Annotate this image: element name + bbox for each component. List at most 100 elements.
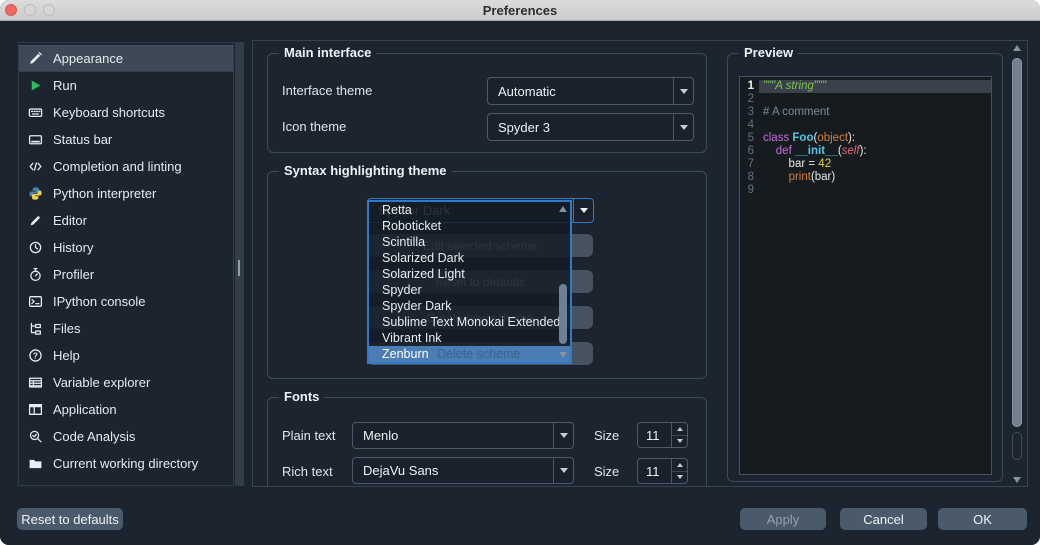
- interface-theme-select[interactable]: Automatic: [487, 77, 694, 105]
- sidebar-item-keyboard-shortcuts[interactable]: Keyboard shortcuts: [19, 99, 233, 126]
- chevron-down-icon[interactable]: [553, 423, 573, 448]
- sidebar-item-label: Appearance: [53, 51, 123, 66]
- sidebar-item-profiler[interactable]: Profiler: [19, 261, 233, 288]
- appearance-pane: Main interface Interface theme Automatic…: [252, 40, 1028, 487]
- splitter-grip-icon: [238, 260, 240, 276]
- reset-to-defaults-label: Reset to defaults: [21, 512, 119, 527]
- code-line: 1"""A string""": [740, 80, 991, 93]
- ok-label: OK: [973, 512, 992, 527]
- line-number: 9: [740, 184, 759, 197]
- scroll-up-icon[interactable]: [1013, 45, 1021, 51]
- sidebar-item-current-working-directory[interactable]: Current working directory: [19, 450, 233, 477]
- stopwatch-icon: [28, 267, 43, 282]
- preferences-dialog: Appearance Run Keyboard shortcuts Status ba…: [0, 21, 1040, 545]
- sidebar-item-label: Files: [53, 321, 80, 336]
- sidebar-item-application[interactable]: Application: [19, 396, 233, 423]
- main-interface-group: Main interface Interface theme Automatic…: [267, 53, 707, 153]
- scroll-down-icon[interactable]: [559, 352, 567, 358]
- rich-size-value: 11: [638, 459, 671, 483]
- spin-up-icon[interactable]: [672, 459, 687, 472]
- spin-down-icon[interactable]: [672, 436, 687, 448]
- line-number: 7: [740, 158, 759, 171]
- chevron-down-icon[interactable]: [673, 78, 693, 104]
- code-text: # A comment: [759, 106, 991, 119]
- sidebar-splitter[interactable]: [235, 42, 244, 486]
- sidebar-item-label: Editor: [53, 213, 87, 228]
- sidebar: Appearance Run Keyboard shortcuts Status ba…: [18, 42, 234, 486]
- sidebar-item-variable-explorer[interactable]: Variable explorer: [19, 369, 233, 396]
- statusbar-icon: [28, 132, 43, 147]
- sidebar-item-label: Run: [53, 78, 77, 93]
- scroll-up-icon[interactable]: [559, 206, 567, 212]
- plain-size-spinner[interactable]: 11: [637, 422, 688, 448]
- chevron-down-icon[interactable]: [573, 199, 593, 222]
- apply-button[interactable]: Apply: [740, 508, 826, 530]
- rich-size-spinner[interactable]: 11: [637, 458, 688, 484]
- icon-theme-select[interactable]: Spyder 3: [487, 113, 694, 141]
- fonts-group: Fonts Plain text Menlo Size 11 Rich text: [267, 397, 707, 487]
- pane-scrollbar-groove: [1012, 432, 1022, 460]
- ok-button[interactable]: OK: [938, 508, 1027, 530]
- folder-icon: [28, 456, 43, 471]
- reset-to-defaults-button[interactable]: Reset to defaults: [17, 508, 123, 530]
- theme-option-vibrant-ink[interactable]: Vibrant Ink: [369, 330, 570, 346]
- sidebar-item-run[interactable]: Run: [19, 72, 233, 99]
- code-text: def __init__(self):: [759, 145, 991, 158]
- play-icon: [28, 78, 43, 93]
- sidebar-item-label: Python interpreter: [53, 186, 156, 201]
- occluded-delete-scheme-label: Delete scheme: [437, 346, 520, 362]
- spin-down-icon[interactable]: [672, 472, 687, 484]
- console-icon: [28, 294, 43, 309]
- chevron-down-icon[interactable]: [673, 114, 693, 140]
- main-interface-legend: Main interface: [279, 45, 376, 60]
- sidebar-item-help[interactable]: ?Help: [19, 342, 233, 369]
- popup-scrollbar[interactable]: [556, 202, 570, 362]
- theme-option-retta[interactable]: Retta: [369, 202, 570, 218]
- theme-option-spyder[interactable]: Spyder: [369, 282, 570, 298]
- brush-icon: [28, 51, 43, 66]
- theme-option-spyder-dark[interactable]: Spyder Dark: [369, 298, 570, 314]
- icon-theme-value: Spyder 3: [488, 114, 673, 140]
- code-text: """A string""": [759, 80, 991, 93]
- syntax-theme-popup: RettaRoboticketScintillaSolarized DarkSo…: [367, 200, 572, 364]
- sidebar-item-appearance[interactable]: Appearance: [19, 45, 233, 72]
- theme-option-solarized-light[interactable]: Solarized Light: [369, 266, 570, 282]
- cancel-button[interactable]: Cancel: [840, 508, 927, 530]
- line-number: 1: [740, 80, 759, 93]
- fonts-legend: Fonts: [279, 389, 324, 404]
- sidebar-item-python-interpreter[interactable]: Python interpreter: [19, 180, 233, 207]
- theme-option-scintilla[interactable]: Scintilla: [369, 234, 570, 250]
- sidebar-item-ipython-console[interactable]: IPython console: [19, 288, 233, 315]
- sidebar-item-files[interactable]: Files: [19, 315, 233, 342]
- plain-text-font-select[interactable]: Menlo: [352, 422, 574, 449]
- pane-scrollbar[interactable]: [1010, 45, 1024, 483]
- theme-option-roboticket[interactable]: Roboticket: [369, 218, 570, 234]
- code-text: [759, 119, 991, 132]
- sidebar-item-label: Status bar: [53, 132, 112, 147]
- line-number: 6: [740, 145, 759, 158]
- theme-option-sublime-text-monokai-extended[interactable]: Sublime Text Monokai Extended: [369, 314, 570, 330]
- plain-text-label: Plain text: [282, 428, 335, 443]
- history-icon: [28, 240, 43, 255]
- sidebar-item-history[interactable]: History: [19, 234, 233, 261]
- plain-text-font-value: Menlo: [353, 423, 553, 448]
- code-text: [759, 93, 991, 106]
- pane-scrollbar-thumb[interactable]: [1012, 58, 1022, 427]
- sidebar-item-label: Keyboard shortcuts: [53, 105, 165, 120]
- sidebar-item-code-analysis[interactable]: Code Analysis: [19, 423, 233, 450]
- plain-size-value: 11: [638, 423, 671, 447]
- titlebar: Preferences: [0, 0, 1040, 21]
- sidebar-item-status-bar[interactable]: Status bar: [19, 126, 233, 153]
- rich-text-font-select[interactable]: DejaVu Sans: [352, 457, 574, 484]
- chevron-down-icon[interactable]: [553, 458, 573, 483]
- sidebar-item-completion-and-linting[interactable]: Completion and linting: [19, 153, 233, 180]
- sidebar-item-editor[interactable]: Editor: [19, 207, 233, 234]
- popup-scrollbar-thumb[interactable]: [559, 284, 567, 344]
- theme-option-solarized-dark[interactable]: Solarized Dark: [369, 250, 570, 266]
- spin-up-icon[interactable]: [672, 423, 687, 436]
- scroll-down-icon[interactable]: [1013, 477, 1021, 483]
- python-icon: [28, 186, 43, 201]
- code-line: 9: [740, 184, 991, 197]
- theme-option-zenburn[interactable]: ZenburnDelete scheme: [369, 346, 570, 362]
- rich-text-label: Rich text: [282, 464, 333, 479]
